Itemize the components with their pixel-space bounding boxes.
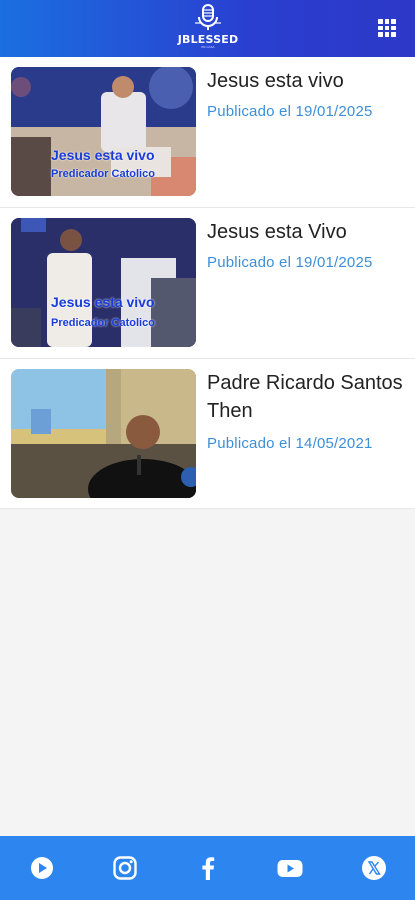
video-date: Publicado el 19/01/2025 <box>207 103 373 120</box>
video-title[interactable]: Padre Ricardo Santos Then <box>207 369 407 425</box>
video-thumbnail[interactable] <box>11 369 196 498</box>
microphone-icon <box>195 4 221 30</box>
thumbnail-caption: Jesus esta vivo <box>51 294 155 310</box>
video-item[interactable]: Padre Ricardo Santos Then Publicado el 1… <box>0 359 415 509</box>
thumbnail-subcaption: Predicador Catolico <box>51 317 155 329</box>
thumbnail-subcaption: Predicador Catolico <box>51 168 155 180</box>
social-footer <box>0 836 415 900</box>
app-logo[interactable]: JBLESSED EN CASA <box>178 3 238 53</box>
youtube-icon[interactable] <box>277 855 303 881</box>
facebook-icon[interactable] <box>195 855 221 881</box>
logo-subtext: EN CASA <box>201 45 215 49</box>
video-thumbnail[interactable]: Jesus esta vivo Predicador Catolico <box>11 218 196 347</box>
video-thumbnail[interactable]: Jesus esta vivo Predicador Catolico <box>11 67 196 196</box>
video-title[interactable]: Jesus esta Vivo <box>207 218 407 246</box>
grid-menu-icon[interactable] <box>378 19 396 37</box>
video-date: Publicado el 19/01/2025 <box>207 254 373 271</box>
app-header: JBLESSED EN CASA <box>0 0 415 57</box>
thumbnail-caption: Jesus esta vivo <box>51 147 155 163</box>
logo-text: JBLESSED <box>177 33 239 46</box>
video-item[interactable]: Jesus esta vivo Predicador Catolico Jesus… <box>0 57 415 208</box>
video-title[interactable]: Jesus esta vivo <box>207 67 407 95</box>
video-date: Publicado el 14/05/2021 <box>207 435 373 452</box>
instagram-icon[interactable] <box>112 855 138 881</box>
video-item[interactable]: Jesus esta vivo Predicador Catolico Jesus… <box>0 208 415 359</box>
x-icon[interactable] <box>361 855 387 881</box>
play-icon[interactable] <box>29 855 55 881</box>
